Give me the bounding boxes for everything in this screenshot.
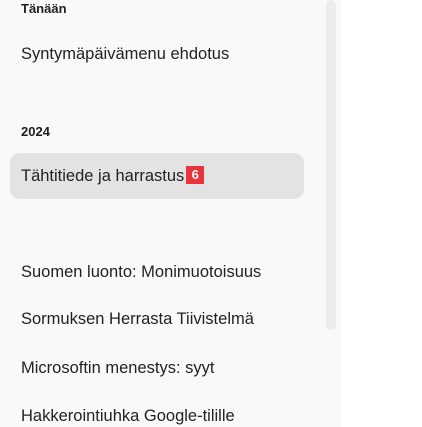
section-heading-2024: 2024 [21, 124, 50, 139]
step-number-badge: 6 [186, 166, 205, 185]
sidebar-scrollbar[interactable] [326, 0, 336, 330]
chat-item-label: Microsoftin menestys: syyt [21, 359, 215, 377]
chat-item-label: Suomen luonto: Monimuotoisuus [21, 263, 262, 281]
chat-item-lotr-summary[interactable]: Sormuksen Herrasta Tiivistelmä [10, 296, 304, 342]
chat-item-birthday-menu[interactable]: Syntymäpäivämenu ehdotus [10, 31, 304, 77]
chat-item-finnish-nature[interactable]: Suomen luonto: Monimuotoisuus [10, 249, 304, 295]
chat-item-astronomy[interactable]: Tähtitiede ja harrastus 6 [10, 153, 304, 199]
section-heading-today: Tänään [21, 1, 67, 16]
chat-item-google-hacking[interactable]: Hakkerointiuhka Google-tilille [10, 393, 304, 427]
chat-item-label: Sormuksen Herrasta Tiivistelmä [21, 310, 254, 328]
chat-item-label: Syntymäpäivämenu ehdotus [21, 45, 230, 63]
chat-item-label: Hakkerointiuhka Google-tilille [21, 407, 235, 425]
text-fade-overlay [256, 249, 304, 295]
text-fade-overlay [256, 393, 304, 427]
chat-item-microsoft-success[interactable]: Microsoftin menestys: syyt [10, 345, 304, 391]
chat-item-label: Tähtitiede ja harrastus [21, 167, 185, 185]
text-fade-overlay [256, 296, 304, 342]
main-content-area [341, 0, 422, 427]
chat-history-sidebar: Tänään Syntymäpäivämenu ehdotus 2024 Täh… [0, 0, 341, 427]
